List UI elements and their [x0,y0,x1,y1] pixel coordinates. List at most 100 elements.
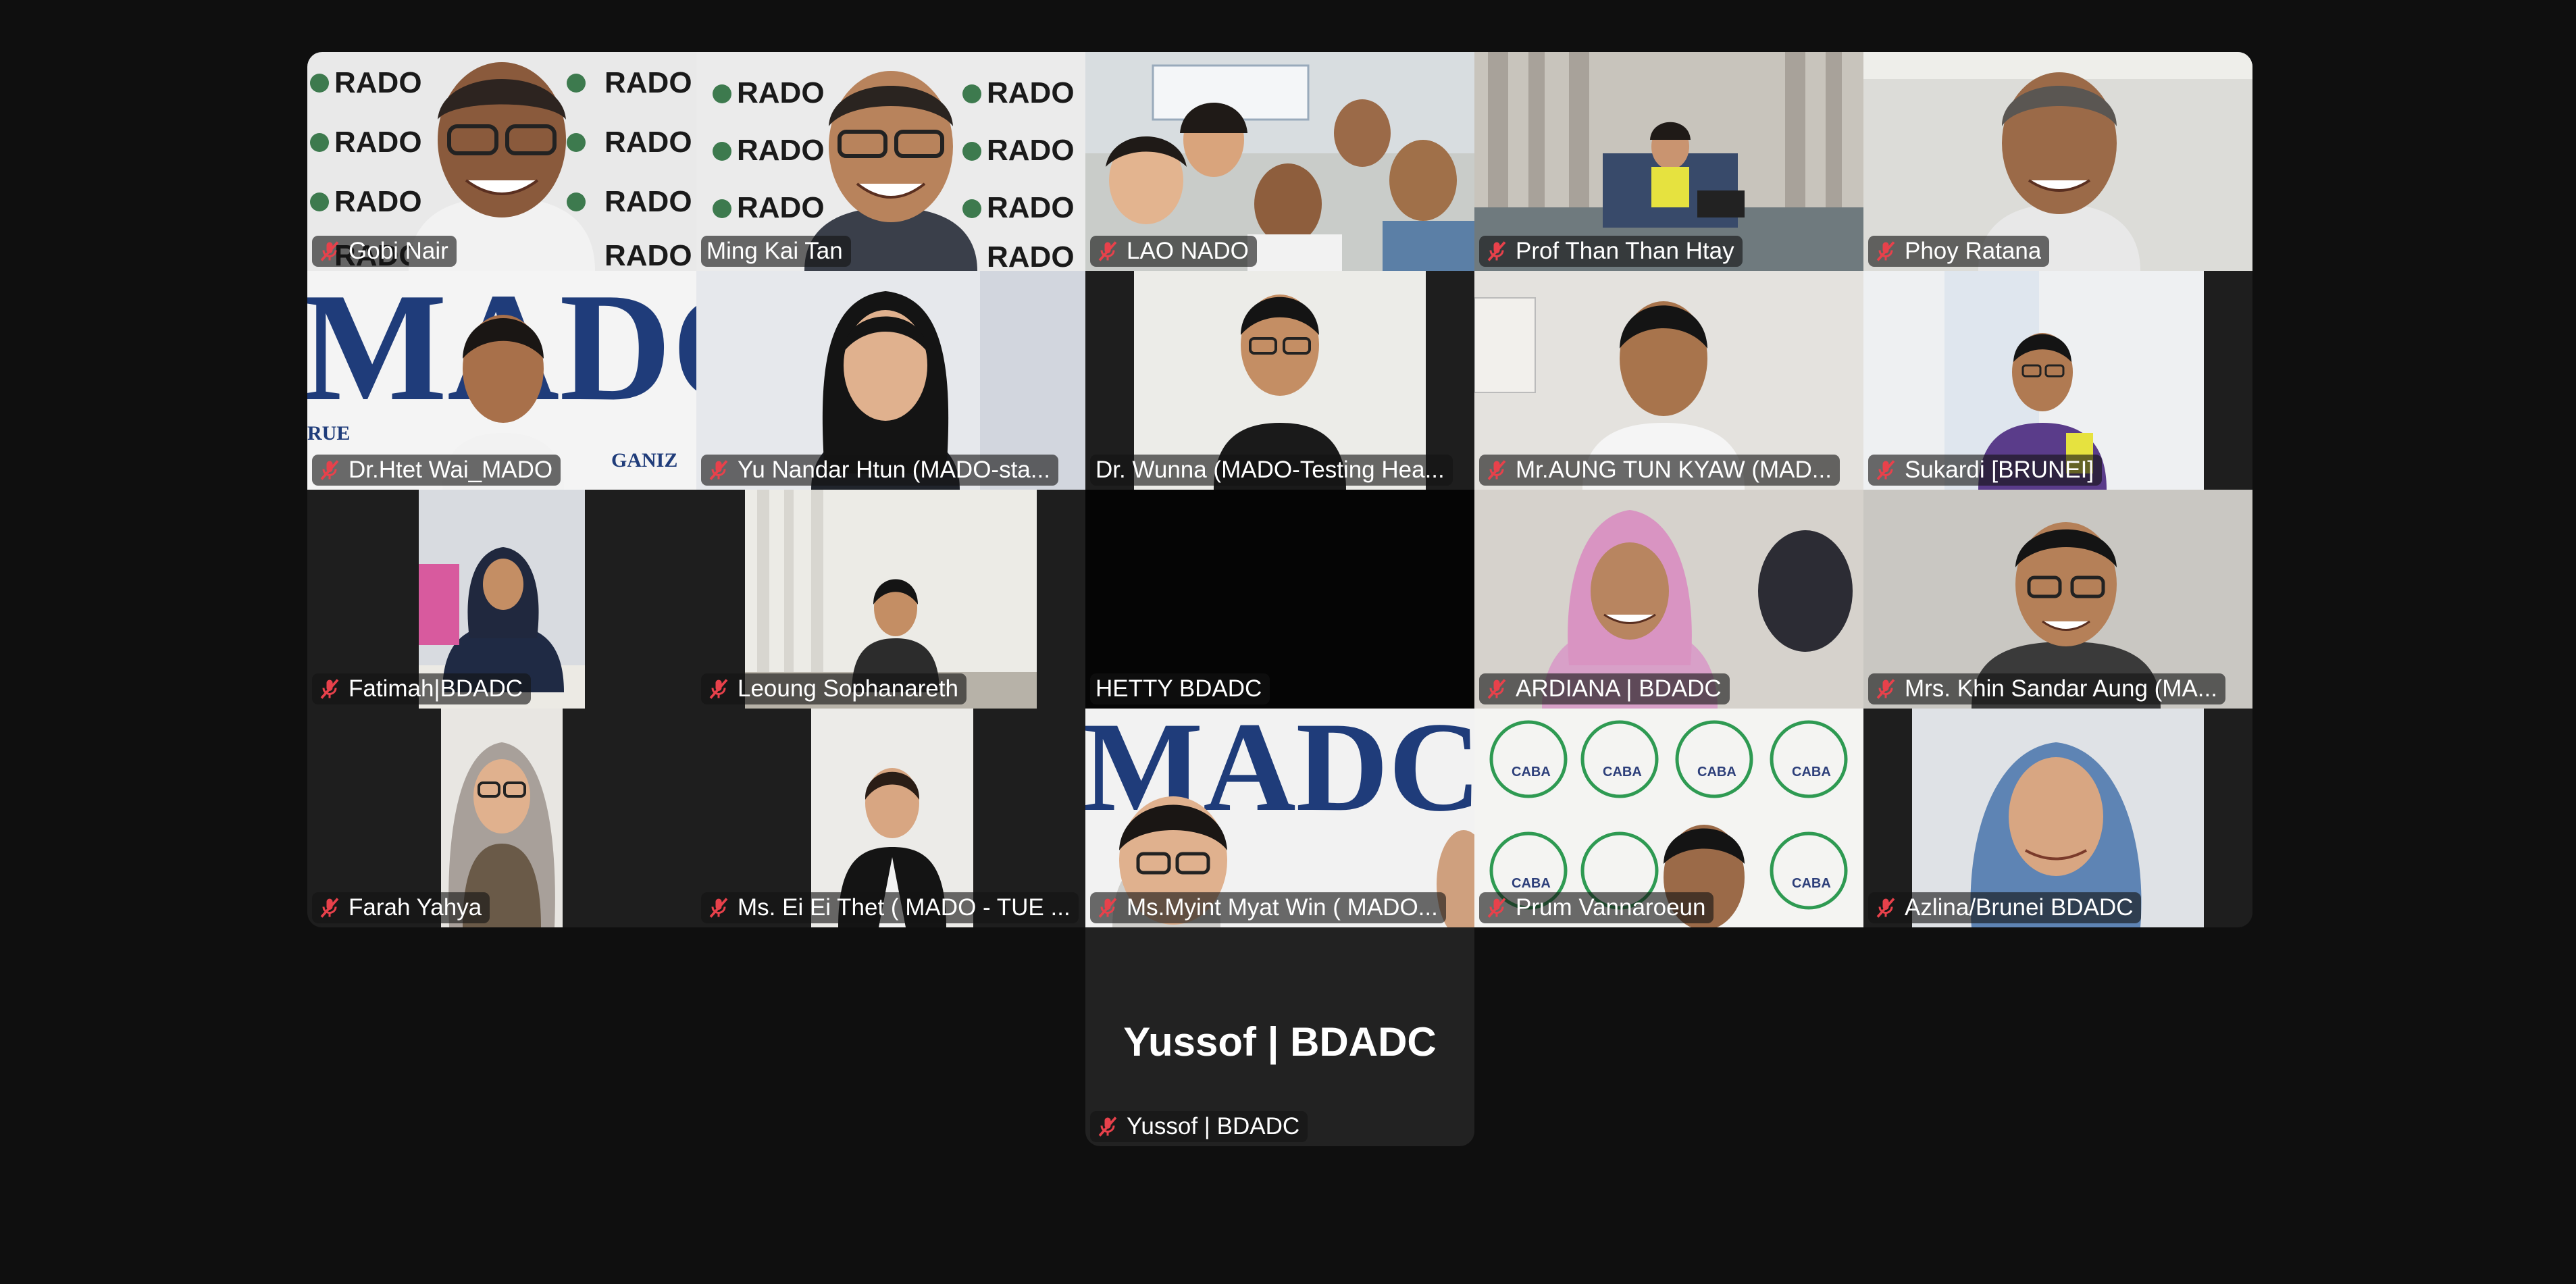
participant-name: LAO NADO [1127,238,1249,264]
participant-name-label: ARDIANA | BDADC [1479,673,1730,704]
participant-name-label: Azlina/Brunei BDADC [1868,892,2142,923]
participant-name-label: Farah Yahya [312,892,490,923]
participant-tile-ms-ei-ei-thet[interactable]: Ms. Ei Ei Thet ( MADO - TUE ... [696,709,1085,927]
svg-text:RADO: RADO [604,66,692,99]
participant-tile-gobi-nair[interactable]: RADO RADO RADO RADO RADO RADO RADO RADO [307,52,696,271]
microphone-muted-icon [709,460,728,480]
microphone-muted-icon [1487,679,1506,699]
participant-tile-mrs-khin-sandar-aung[interactable]: Mrs. Khin Sandar Aung (MA... [1863,490,2252,709]
participant-name: Ming Kai Tan [706,238,843,264]
participant-tile-azlina[interactable]: Azlina/Brunei BDADC [1863,709,2252,927]
participant-name-label: Yussof | BDADC [1090,1111,1308,1142]
participant-name: Dr.Htet Wai_MADO [349,457,553,483]
microphone-muted-icon [320,679,339,699]
participant-tile-dr-htet-wai[interactable]: MADO RUE GANIZ Dr.Htet Wai_MADO [307,271,696,490]
participant-tile-yussof[interactable]: Yussof | BDADC Yussof | BDADC [1085,927,1474,1146]
microphone-muted-icon [1487,898,1506,918]
participant-name: ARDIANA | BDADC [1516,675,1722,702]
participant-name-label: Yu Nandar Htun (MADO-sta... [701,455,1058,486]
microphone-muted-icon [320,241,339,261]
participant-name-label: LAO NADO [1090,236,1257,267]
participant-tile-ardiana[interactable]: ARDIANA | BDADC [1474,490,1863,709]
microphone-muted-icon [320,898,339,918]
svg-text:GANIZ: GANIZ [611,449,677,471]
microphone-muted-icon [709,679,728,699]
microphone-muted-icon [1487,460,1506,480]
svg-text:CABA: CABA [1512,876,1551,891]
svg-text:RADO: RADO [987,240,1075,271]
participant-name-label: Ms. Ei Ei Thet ( MADO - TUE ... [701,892,1079,923]
svg-text:CABA: CABA [1697,765,1736,779]
participant-name: Ms. Ei Ei Thet ( MADO - TUE ... [738,894,1071,921]
svg-text:RUE: RUE [307,422,350,444]
svg-text:RADO: RADO [737,191,825,224]
participant-name: Fatimah|BDADC [349,675,523,702]
microphone-muted-icon [1098,1116,1117,1137]
participant-name-label: Mrs. Khin Sandar Aung (MA... [1868,673,2225,704]
participant-tile-sukardi[interactable]: Sukardi [BRUNEI] [1863,271,2252,490]
participant-tile-yu-nandar-htun[interactable]: Yu Nandar Htun (MADO-sta... [696,271,1085,490]
participant-name-label: Gobi Nair [312,236,457,267]
participant-name: Phoy Ratana [1905,238,2042,264]
participant-name-label: Mr.AUNG TUN KYAW (MAD... [1479,455,1840,486]
participant-tile-fatimah[interactable]: Fatimah|BDADC [307,490,696,709]
svg-text:CABA: CABA [1512,765,1551,779]
participant-tile-prof-than-than-htay[interactable]: Prof Than Than Htay [1474,52,1863,271]
participant-name: Leoung Sophanareth [738,675,958,702]
svg-text:RADO: RADO [737,134,825,167]
participant-name: Gobi Nair [349,238,448,264]
microphone-muted-icon [1876,241,1895,261]
svg-text:CABA: CABA [1603,765,1642,779]
participant-name: Ms.Myint Myat Win ( MADO... [1127,894,1438,921]
microphone-muted-icon [1876,679,1895,699]
participant-name-label: Leoung Sophanareth [701,673,967,704]
participant-name-label: Fatimah|BDADC [312,673,532,704]
svg-text:RADO: RADO [334,66,422,99]
microphone-muted-icon [1098,898,1117,918]
participant-name-label: Sukardi [BRUNEI] [1868,455,2103,486]
participant-name-label: Ms.Myint Myat Win ( MADO... [1090,892,1446,923]
svg-text:RADO: RADO [987,76,1075,109]
microphone-muted-icon [709,898,728,918]
participant-name-label: Ming Kai Tan [701,236,851,267]
participant-name: Azlina/Brunei BDADC [1905,894,2134,921]
microphone-muted-icon [1876,460,1895,480]
participant-name-label: HETTY BDADC [1090,673,1270,704]
participant-name: HETTY BDADC [1096,675,1262,702]
participant-display-name-large: Yussof | BDADC [1123,1019,1437,1064]
participant-name: Sukardi [BRUNEI] [1905,457,2094,483]
svg-text:RADO: RADO [334,185,422,218]
participant-name-label: Prof Than Than Htay [1479,236,1743,267]
microphone-muted-icon [1487,241,1506,261]
participant-name: Yu Nandar Htun (MADO-sta... [738,457,1050,483]
svg-text:RADO: RADO [604,239,692,271]
video-gallery: RADO RADO RADO RADO RADO RADO RADO RADO [307,52,2252,1146]
participant-name: Prof Than Than Htay [1516,238,1734,264]
participant-name: Mr.AUNG TUN KYAW (MAD... [1516,457,1832,483]
svg-text:RADO: RADO [334,126,422,159]
svg-text:RADO: RADO [737,76,825,109]
svg-text:RADO: RADO [604,126,692,159]
svg-text:CABA: CABA [1792,765,1831,779]
participant-tile-leoung-sophanareth[interactable]: Leoung Sophanareth [696,490,1085,709]
participant-tile-phoy-ratana[interactable]: Phoy Ratana [1863,52,2252,271]
microphone-muted-icon [320,460,339,480]
participant-tile-hetty-bdadc[interactable]: HETTY BDADC [1085,490,1474,709]
svg-text:RADO: RADO [987,134,1075,167]
svg-text:RADO: RADO [987,191,1075,224]
participant-tile-farah-yahya[interactable]: Farah Yahya [307,709,696,927]
participant-name-label: Dr. Wunna (MADO-Testing Hea... [1090,455,1453,486]
participant-tile-lao-nado[interactable]: LAO NADO [1085,52,1474,271]
participant-name-label: Dr.Htet Wai_MADO [312,455,561,486]
participant-tile-ms-myint-myat-win[interactable]: MADC Ms.Myint Myat Win ( MADO... [1085,709,1474,927]
participant-tile-mr-aung-tun-kyaw[interactable]: Mr.AUNG TUN KYAW (MAD... [1474,271,1863,490]
microphone-muted-icon [1876,898,1895,918]
participant-name: Mrs. Khin Sandar Aung (MA... [1905,675,2217,702]
participant-name-label: Phoy Ratana [1868,236,2050,267]
participant-name: Farah Yahya [349,894,482,921]
participant-tile-dr-wunna[interactable]: Dr. Wunna (MADO-Testing Hea... [1085,271,1474,490]
svg-text:RADO: RADO [604,185,692,218]
participant-name-label: Prum Vannaroeun [1479,892,1714,923]
participant-tile-prum-vannaroeun[interactable]: CABA CABA CABA CABA CABA CABA Prum Vanna… [1474,709,1863,927]
participant-tile-ming-kai-tan[interactable]: RADO RADO RADO RADO RADO RADO RADO Ming … [696,52,1085,271]
